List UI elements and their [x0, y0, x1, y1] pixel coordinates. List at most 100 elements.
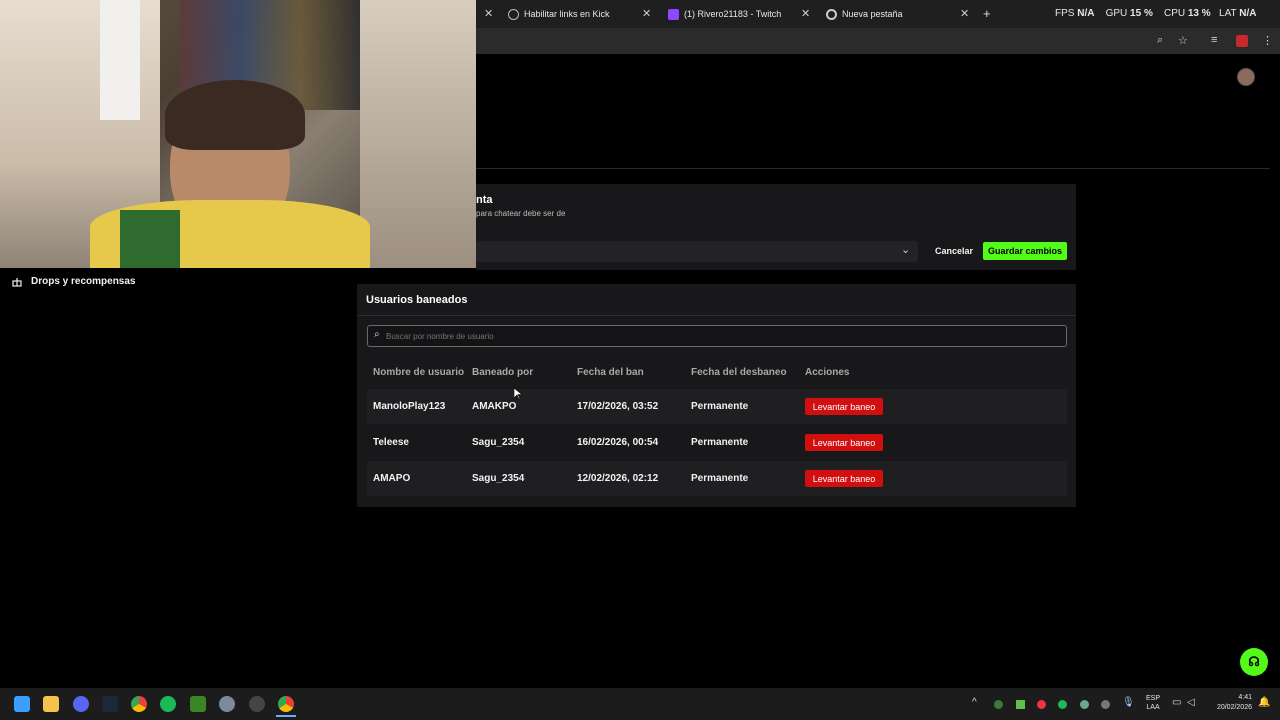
sidebar-item-label: Drops y recompensas: [31, 276, 136, 287]
chrome-icon: [826, 8, 837, 20]
url-field[interactable]: [476, 31, 1196, 51]
clock-date: 20/02/2026: [1216, 704, 1252, 711]
close-tab-icon[interactable]: ✕: [484, 7, 493, 20]
tray-app-icon[interactable]: [994, 700, 1003, 709]
header-divider: [476, 168, 1270, 169]
twitch-icon: [668, 8, 679, 20]
gpu-value: 15 %: [1130, 8, 1153, 19]
gpu-label: GPU: [1105, 8, 1128, 19]
active-app-indicator: [276, 715, 296, 717]
tab-label: (1) Rivero21183 - Twitch: [684, 9, 782, 19]
notification-bell-icon[interactable]: 🔔: [1258, 697, 1270, 708]
performance-overlay: FPS N/A GPU 15 % CPU 13 % LAT N/A: [1055, 8, 1256, 19]
column-header-username: Nombre de usuario: [373, 367, 465, 378]
shirt-stripe: [120, 210, 180, 268]
row-banned-by: Sagu_2354: [472, 473, 525, 484]
save-changes-button[interactable]: Guardar cambios: [983, 242, 1067, 260]
cancel-button[interactable]: Cancelar: [935, 246, 973, 256]
search-input[interactable]: [386, 328, 1056, 344]
search-box[interactable]: ⌕: [367, 325, 1067, 347]
language-indicator[interactable]: ESP LAA: [1146, 694, 1160, 712]
close-tab-icon[interactable]: ✕: [801, 7, 810, 20]
language-code: ESP: [1146, 695, 1161, 702]
search-icon: ⌕: [374, 329, 380, 340]
menu-dots-icon[interactable]: ⋮: [1262, 34, 1273, 47]
person-hair: [165, 80, 305, 150]
curtain: [360, 0, 476, 268]
new-tab-icon[interactable]: +: [983, 6, 991, 21]
start-windows-icon[interactable]: [14, 696, 30, 712]
column-header-actions: Acciones: [805, 367, 850, 378]
close-tab-icon[interactable]: ✕: [642, 7, 651, 20]
tray-nvidia-icon[interactable]: [1016, 700, 1025, 709]
help-chat-button[interactable]: ☊: [1240, 648, 1268, 676]
chevron-up-icon[interactable]: ^: [972, 697, 977, 708]
clock-time: 4:41: [1238, 694, 1252, 701]
lift-ban-button[interactable]: Levantar baneo: [805, 470, 883, 487]
bookmark-star-icon[interactable]: ☆: [1178, 34, 1188, 47]
column-header-banned-by: Baneado por: [472, 367, 534, 378]
keyboard-layout: LAA: [1146, 704, 1160, 711]
lat-label: LAT: [1219, 8, 1237, 19]
cpu-value: 13 %: [1187, 8, 1211, 19]
row-ban-date: 12/02/2026, 02:12: [577, 473, 659, 484]
tray-chrome-icon[interactable]: [1037, 700, 1046, 709]
row-username: AMAPO: [373, 473, 411, 484]
webcam-overlay: [0, 0, 476, 268]
row-banned-by: Sagu_2354: [472, 437, 525, 448]
file-explorer-icon[interactable]: [43, 696, 59, 712]
fps-label: FPS: [1055, 8, 1075, 19]
volume-icon[interactable]: ◁: [1187, 697, 1195, 708]
card-divider: [357, 315, 1076, 316]
settings-select[interactable]: [476, 241, 918, 262]
jersey-poster: [100, 0, 140, 120]
globe-icon: [508, 8, 519, 20]
settings-description: para chatear debe ser de: [476, 209, 566, 218]
chrome-icon[interactable]: [131, 696, 147, 712]
tray-spotify-icon[interactable]: [1058, 700, 1067, 709]
extension-icon[interactable]: [1236, 35, 1248, 47]
banned-users-title: Usuarios baneados: [366, 294, 468, 306]
row-username: Teleese: [373, 437, 409, 448]
gift-icon: [12, 277, 22, 287]
row-ban-date: 17/02/2026, 03:52: [577, 401, 659, 412]
clock[interactable]: 4:41 20/02/2026: [1206, 693, 1252, 713]
tab-label: Habilitar links en Kick: [524, 9, 610, 19]
chrome-active-icon[interactable]: [278, 696, 294, 712]
tab-kick-links[interactable]: Habilitar links en Kick: [508, 0, 610, 28]
row-unban-date: Permanente: [691, 401, 749, 412]
spotify-icon[interactable]: [160, 696, 176, 712]
mouse-cursor-icon: [514, 388, 522, 400]
tab-label: Nueva pestaña: [842, 9, 903, 19]
tab-new[interactable]: Nueva pestaña: [826, 0, 903, 28]
obs-icon[interactable]: [249, 696, 265, 712]
minecraft-icon[interactable]: [190, 696, 206, 712]
settings-gear-icon[interactable]: [219, 696, 235, 712]
tray-app3-icon[interactable]: [1101, 700, 1110, 709]
tab-twitch[interactable]: (1) Rivero21183 - Twitch: [668, 0, 781, 28]
lat-value: N/A: [1239, 8, 1257, 19]
sidebar-item-drops[interactable]: Drops y recompensas: [12, 276, 136, 287]
microphone-icon[interactable]: 🎙: [1122, 697, 1135, 708]
headset-icon: ☊: [1248, 654, 1260, 669]
close-tab-icon[interactable]: ✕: [960, 7, 969, 20]
lift-ban-button[interactable]: Levantar baneo: [805, 434, 883, 451]
network-icon[interactable]: ▭: [1172, 697, 1181, 708]
lift-ban-button[interactable]: Levantar baneo: [805, 398, 883, 415]
cpu-label: CPU: [1163, 8, 1186, 19]
chevron-down-icon: ⌄: [901, 244, 911, 256]
tray-app2-icon[interactable]: [1080, 700, 1089, 709]
fps-value: N/A: [1077, 8, 1095, 19]
row-username: ManoloPlay123: [373, 401, 446, 412]
zoom-icon[interactable]: ⌕: [1157, 34, 1163, 47]
discord-icon[interactable]: [73, 696, 89, 712]
column-header-ban-date: Fecha del ban: [577, 367, 644, 378]
row-ban-date: 16/02/2026, 00:54: [577, 437, 659, 448]
avatar[interactable]: [1237, 68, 1255, 86]
row-unban-date: Permanente: [691, 473, 749, 484]
settings-title: nta: [476, 194, 493, 206]
steam-icon[interactable]: [102, 696, 118, 712]
row-banned-by: AMAKPO: [472, 401, 517, 412]
row-unban-date: Permanente: [691, 437, 749, 448]
media-queue-icon[interactable]: ≡: [1211, 34, 1217, 46]
